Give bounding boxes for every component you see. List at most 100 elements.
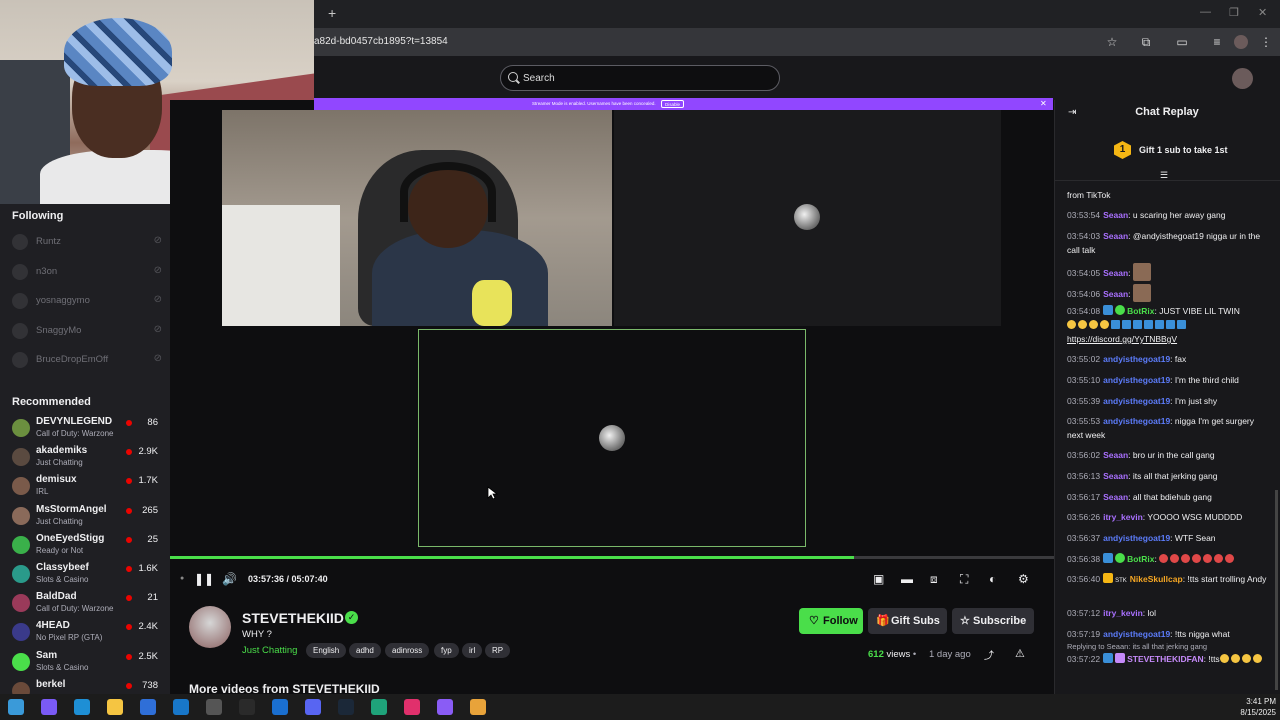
minimize-icon[interactable]: — <box>1200 6 1211 18</box>
chrome-icon[interactable] <box>470 699 486 715</box>
following-item[interactable]: yosnaggymo ⊘ <box>12 291 162 311</box>
banner-close-icon[interactable]: ✕ <box>1040 99 1047 108</box>
edge-icon[interactable] <box>74 699 90 715</box>
app-icon[interactable] <box>272 699 288 715</box>
gift-subs-button[interactable]: 🎁 Gift Subs <box>868 608 947 634</box>
report-icon[interactable]: ⚠ <box>1015 647 1025 660</box>
tag-chip[interactable]: adinross <box>385 643 430 658</box>
profile-avatar-icon[interactable] <box>1234 35 1248 49</box>
gift-subs-label: Gift Subs <box>891 615 940 627</box>
live-dot-icon <box>126 478 132 485</box>
offline-icon: ⊘ <box>153 353 162 364</box>
subscribe-button[interactable]: ☆ Subscribe <box>952 608 1034 634</box>
settings-gear-icon[interactable]: ⚙ <box>1018 572 1029 586</box>
chat-scrollbar[interactable] <box>1275 490 1278 690</box>
tag-chip[interactable]: irl <box>462 643 483 658</box>
recommended-item[interactable]: DEVYNLEGEND Call of Duty: Warzone 86 <box>12 416 162 444</box>
offline-icon: ⊘ <box>153 235 162 246</box>
chat-username[interactable]: andyisthegoat19 <box>1103 396 1170 406</box>
following-item[interactable]: SnaggyMo ⊘ <box>12 321 162 341</box>
share-icon[interactable]: ⤴ <box>984 647 994 662</box>
chat-message: 03:55:10 andyisthegoat19: I'm the third c… <box>1067 373 1267 387</box>
recommended-item[interactable]: MsStormAngel Just Chatting 265 <box>12 504 162 532</box>
extensions-icon[interactable]: ⧉ <box>1138 34 1154 50</box>
file-explorer-icon[interactable] <box>107 699 123 715</box>
recommended-item[interactable]: 4HEAD No Pixel RP (GTA) 2.4K <box>12 620 162 648</box>
recommended-item[interactable]: akademiks Just Chatting 2.9K <box>12 445 162 473</box>
crying-emoji-icon <box>1252 654 1262 663</box>
tag-chip[interactable]: fyp <box>434 643 459 658</box>
following-item[interactable]: n3on ⊘ <box>12 262 162 282</box>
pip-icon[interactable]: ⧈ <box>930 572 938 587</box>
clip-icon[interactable]: ▣ <box>873 572 884 586</box>
channel-avatar[interactable] <box>189 606 231 648</box>
bookmark-star-icon[interactable]: ☆ <box>1104 34 1120 50</box>
viewer-count: 2.4K <box>138 621 158 633</box>
store-icon[interactable] <box>140 699 156 715</box>
theater-icon[interactable]: ▬ <box>901 572 913 586</box>
following-item[interactable]: BruceDropEmOff ⊘ <box>12 350 162 370</box>
chat-username[interactable]: Seaan <box>1103 268 1128 278</box>
new-tab-button[interactable]: + <box>328 5 336 21</box>
copilot-icon[interactable] <box>41 699 57 715</box>
angry-emoji-icon <box>1225 554 1235 563</box>
clock-time: 3:41 PM <box>1246 697 1276 706</box>
emote-row <box>1067 318 1267 332</box>
recommended-item[interactable]: Sam Slots & Casino 2.5K <box>12 650 162 678</box>
windows-start-icon[interactable] <box>8 699 24 715</box>
steam-icon[interactable] <box>338 699 354 715</box>
tag-chip[interactable]: adhd <box>349 643 381 658</box>
tag-chip[interactable]: English <box>306 643 347 658</box>
discord-icon[interactable] <box>305 699 321 715</box>
recommended-item[interactable]: BaldDad Call of Duty: Warzone 21 <box>12 591 162 619</box>
outlook-icon[interactable] <box>173 699 189 715</box>
chat-username[interactable]: Seaan <box>1103 289 1128 299</box>
browser-menu-icon[interactable]: ⋮ <box>1258 34 1274 50</box>
chat-username[interactable]: andyisthegoat19 <box>1103 416 1170 426</box>
volume-icon[interactable]: 🔊 <box>222 572 237 586</box>
chat-username[interactable]: Seaan <box>1103 450 1128 460</box>
chat-username[interactable]: itry_kevin <box>1103 512 1143 522</box>
discord-link[interactable]: https://discord.gg/YyTNBBgV <box>1067 332 1267 346</box>
streamer-mode-text: Streamer Mode is enabled. Usernames have… <box>532 101 656 106</box>
category-link[interactable]: Just Chatting <box>242 645 297 656</box>
sub-badge-icon <box>1103 653 1114 663</box>
fullscreen-icon[interactable]: ⛶ <box>960 572 968 587</box>
chat-username[interactable]: Seaan <box>1103 471 1128 481</box>
chat-username[interactable]: itry_kevin <box>1103 608 1143 618</box>
url-text[interactable]: a82d-bd0457cb1895?t=13854 <box>314 36 448 47</box>
chat-username[interactable]: Seaan <box>1103 210 1128 220</box>
user-avatar[interactable] <box>1232 68 1253 89</box>
chat-username[interactable]: andyisthegoat19 <box>1103 629 1170 639</box>
recommended-item[interactable]: OneEyedStigg Ready or Not 25 <box>12 533 162 561</box>
chat-username[interactable]: STEVETHEKIDFAN <box>1127 654 1204 664</box>
tiktok-icon[interactable] <box>404 699 420 715</box>
tag-chip[interactable]: RP <box>485 643 511 658</box>
speed-icon[interactable]: ◐ <box>989 572 996 586</box>
close-icon[interactable]: ✕ <box>1258 6 1267 19</box>
gift-leader-text[interactable]: Gift 1 sub to take 1st <box>1139 145 1228 155</box>
cast-icon[interactable]: ▭ <box>1174 34 1190 50</box>
channel-name[interactable]: STEVETHEKIID <box>242 610 344 626</box>
chat-username[interactable]: BotRix <box>1127 306 1154 316</box>
call-tile-active-speaker <box>418 329 806 547</box>
recommended-item[interactable]: demisux IRL 1.7K <box>12 474 162 502</box>
epic-games-icon[interactable] <box>239 699 255 715</box>
media-icon[interactable]: ≡ <box>1209 34 1225 50</box>
pause-icon[interactable]: ❚❚ <box>194 572 214 586</box>
chat-username[interactable]: Seaan <box>1103 231 1128 241</box>
restore-icon[interactable]: ❐ <box>1229 6 1239 19</box>
chat-username[interactable]: andyisthegoat19 <box>1103 533 1170 543</box>
chat-username[interactable]: andyisthegoat19 <box>1103 354 1170 364</box>
chat-username[interactable]: andyisthegoat19 <box>1103 375 1170 385</box>
chat-username[interactable]: NikeSkullcap <box>1130 574 1183 584</box>
following-item[interactable]: Runtz ⊘ <box>12 232 162 252</box>
disable-streamer-mode-button[interactable]: Disable <box>661 100 685 108</box>
app-icon[interactable] <box>371 699 387 715</box>
chat-username[interactable]: Seaan <box>1103 492 1128 502</box>
follow-button[interactable]: ♡ Follow <box>799 608 863 634</box>
app-icon[interactable] <box>206 699 222 715</box>
chat-username[interactable]: BotRix <box>1127 554 1154 564</box>
app-icon[interactable] <box>437 699 453 715</box>
recommended-item[interactable]: Classybeef Slots & Casino 1.6K <box>12 562 162 590</box>
